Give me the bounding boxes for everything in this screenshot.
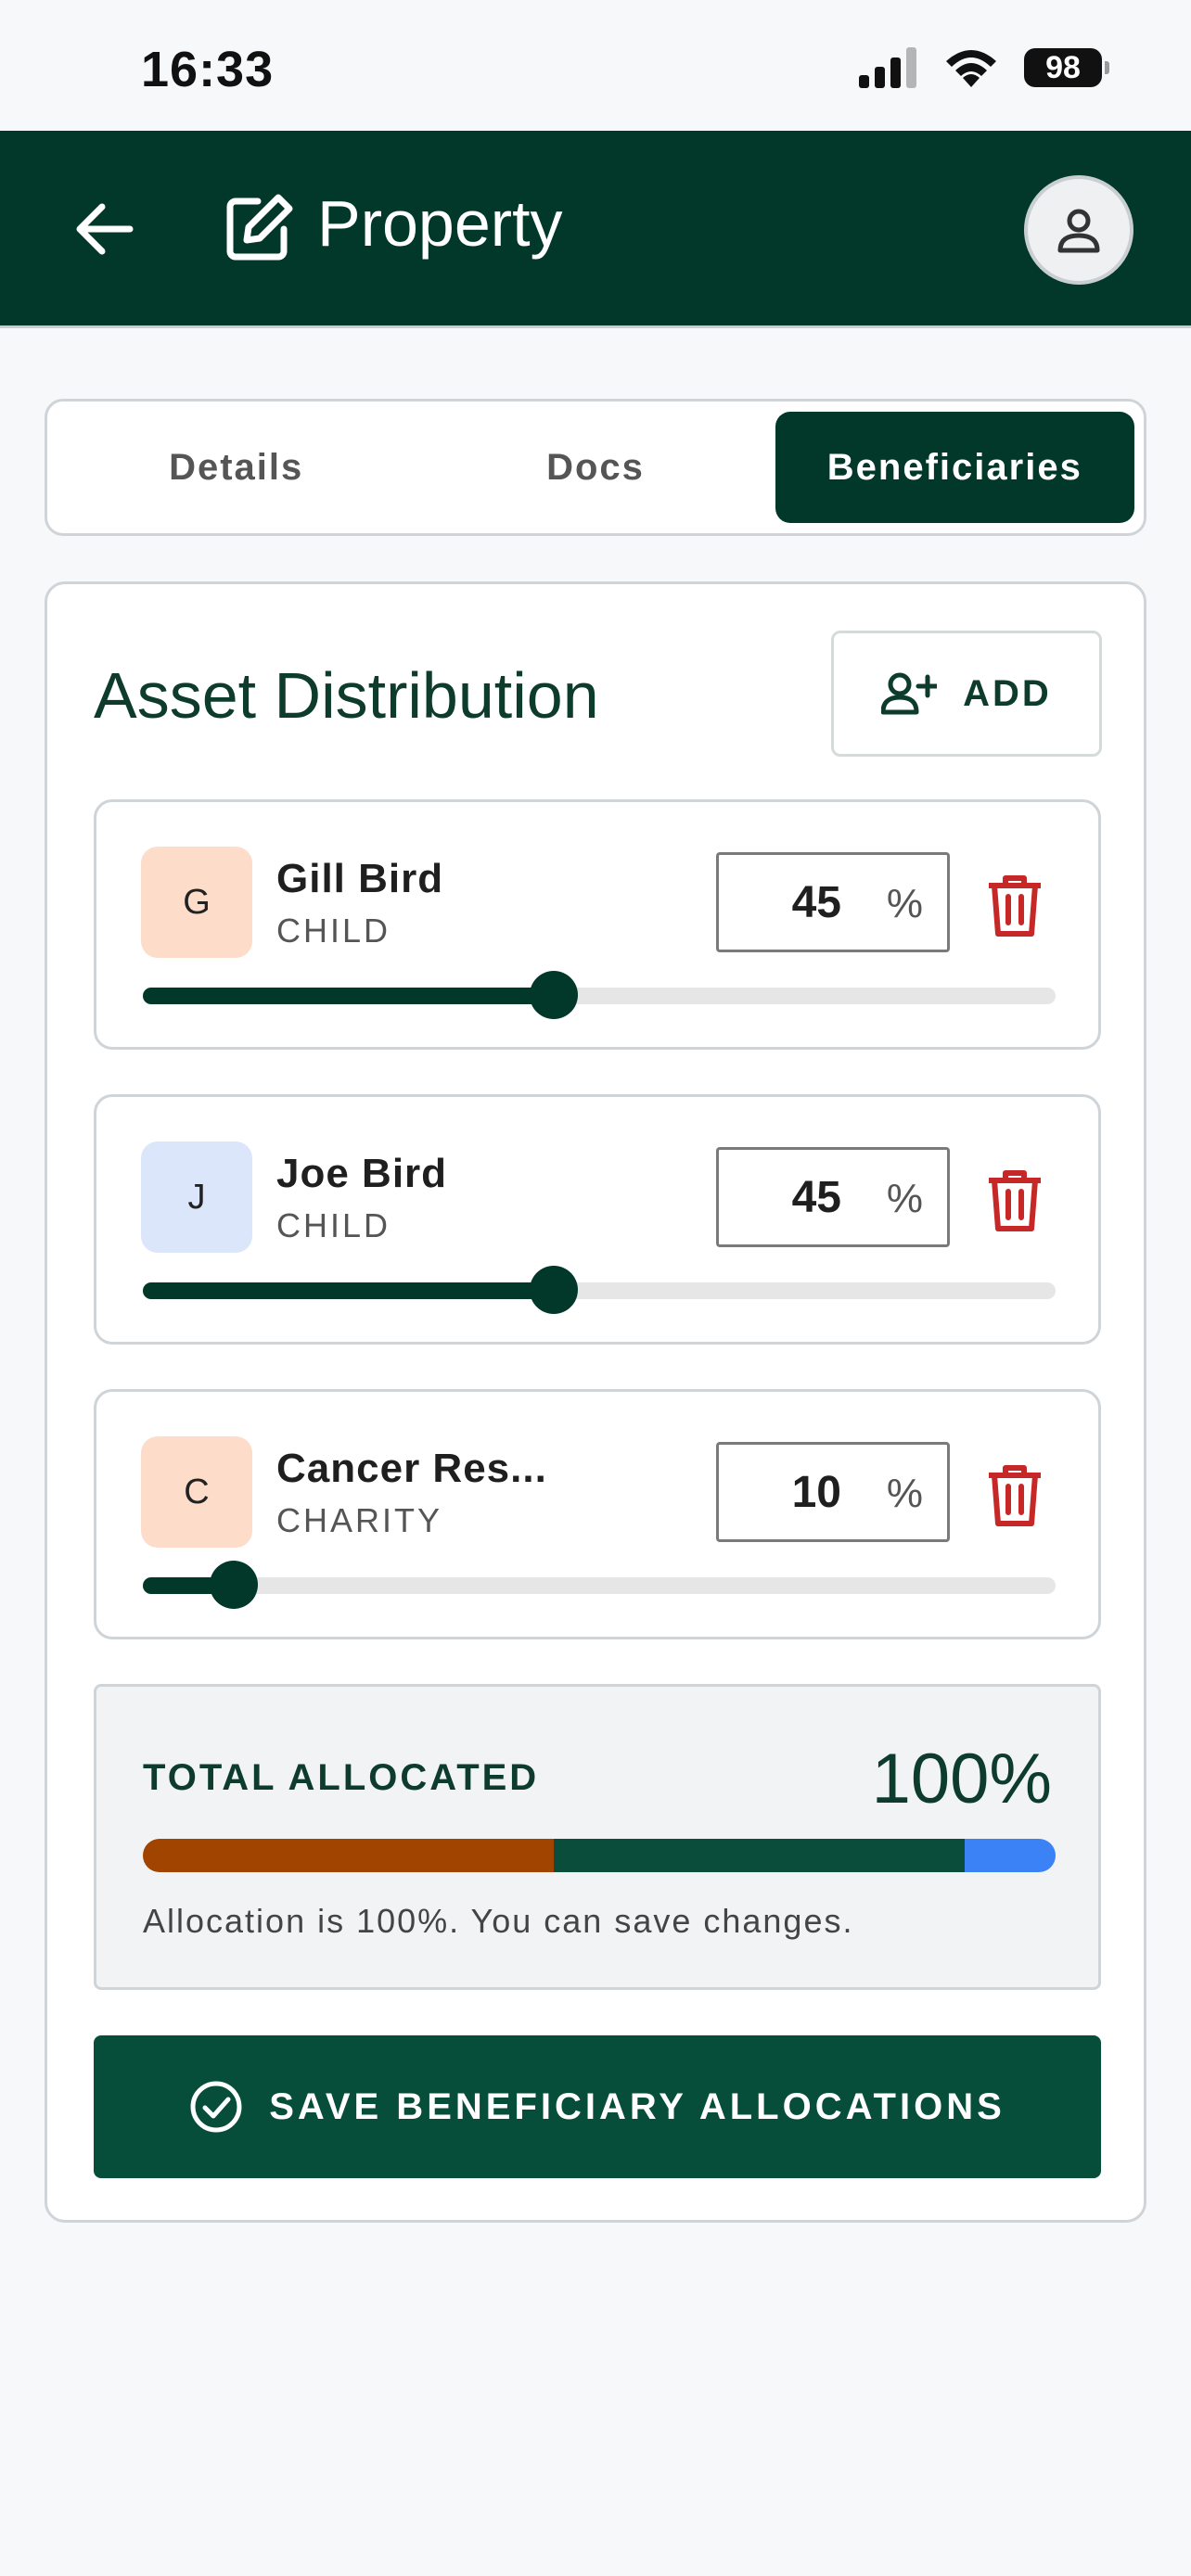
save-button-label: SAVE BENEFICIARY ALLOCATIONS [269,2085,1005,2127]
beneficiary-role: CHILD [276,1206,391,1244]
percent-value: 45 [791,878,841,927]
beneficiary-role: CHILD [276,912,391,950]
trash-icon[interactable] [985,1462,1044,1527]
section-title: Asset Distribution [94,659,599,732]
tab-beneficiaries[interactable]: Beneficiaries [775,412,1134,523]
percent-sign: % [886,1471,923,1516]
back-arrow-icon[interactable] [70,196,137,262]
beneficiary-card: C Cancer Res... CHARITY 10 % [94,1389,1101,1639]
allocation-slider[interactable] [143,1561,1056,1609]
percent-value: 10 [791,1468,841,1517]
allocation-segment [964,1839,1056,1872]
page-title: Property [317,187,563,260]
beneficiary-name: Cancer Res... [276,1446,547,1491]
tab-docs[interactable]: Docs [416,412,775,523]
slider-thumb[interactable] [529,971,578,1019]
beneficiary-avatar: J [141,1141,252,1253]
slider-thumb[interactable] [529,1266,578,1314]
slider-fill [143,1282,554,1299]
allocation-bar [143,1839,1056,1872]
edit-icon [226,194,293,261]
status-icons: 98 [857,46,1109,89]
allocation-slider[interactable] [143,971,1056,1019]
trash-icon[interactable] [985,1167,1044,1232]
battery-icon: 98 [1024,48,1109,87]
app-header: Property [0,131,1191,328]
percent-value: 45 [791,1173,841,1222]
profile-avatar-button[interactable] [1024,175,1133,285]
total-value: 100% [871,1740,1052,1818]
percent-input[interactable]: 45 % [716,852,950,952]
add-user-icon [881,672,938,715]
beneficiary-name: Joe Bird [276,1151,448,1196]
tab-bar: Details Docs Beneficiaries [45,399,1146,536]
beneficiary-role: CHARITY [276,1501,443,1539]
wifi-icon [946,50,996,87]
user-icon [1057,209,1100,253]
add-button-label: ADD [963,672,1052,714]
percent-sign: % [886,1176,923,1221]
percent-sign: % [886,881,923,926]
beneficiary-avatar: C [141,1436,252,1548]
total-allocated-panel: TOTAL ALLOCATED 100% Allocation is 100%.… [94,1684,1101,1990]
allocation-segment [143,1839,554,1872]
save-allocations-button[interactable]: SAVE BENEFICIARY ALLOCATIONS [94,2035,1101,2178]
beneficiary-avatar: G [141,847,252,958]
asset-distribution-card: Asset Distribution ADD G Gill Bird CHILD… [45,581,1146,2223]
beneficiary-card: J Joe Bird CHILD 45 % [94,1094,1101,1345]
beneficiary-name: Gill Bird [276,856,444,901]
slider-thumb[interactable] [210,1561,259,1609]
cellular-signal-icon [859,47,916,88]
percent-input[interactable]: 10 % [716,1442,950,1542]
total-label: TOTAL ALLOCATED [143,1757,540,1798]
allocation-segment [553,1839,965,1872]
trash-icon[interactable] [985,873,1044,937]
check-circle-icon [190,2081,242,2133]
beneficiary-card: G Gill Bird CHILD 45 % [94,799,1101,1050]
tab-details[interactable]: Details [57,412,416,523]
add-beneficiary-button[interactable]: ADD [831,631,1102,757]
battery-level: 98 [1045,49,1081,85]
status-bar: 16:33 98 [0,0,1191,131]
percent-input[interactable]: 45 % [716,1147,950,1247]
allocation-slider[interactable] [143,1266,1056,1314]
allocation-status-message: Allocation is 100%. You can save changes… [143,1902,854,1940]
status-time: 16:33 [141,42,275,97]
slider-fill [143,988,554,1004]
